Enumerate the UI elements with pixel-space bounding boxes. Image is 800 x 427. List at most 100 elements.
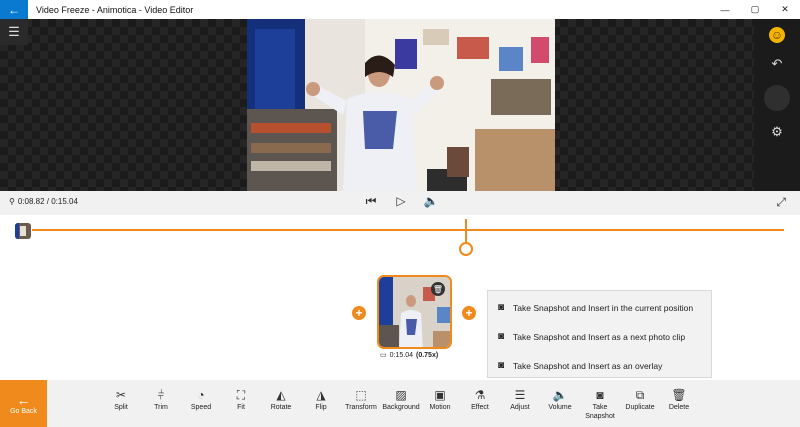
tool-transform[interactable]: ⬚ Transform	[341, 388, 381, 412]
undo-icon[interactable]: ↶	[764, 51, 790, 77]
tool-effect[interactable]: ⚗ Effect	[460, 388, 500, 412]
tool-take-snapshot[interactable]: ◙ Take Snapshot	[580, 388, 620, 421]
clip-info: ▭ 0:15.04 (0.75x)	[380, 351, 439, 360]
blank-circle-button[interactable]	[764, 85, 790, 111]
back-arrow-icon: ←	[8, 2, 20, 17]
add-before-button[interactable]: +	[352, 306, 366, 320]
tool-label: Take Snapshot	[585, 404, 615, 420]
fit-icon: ⛶	[236, 388, 246, 402]
play-icon[interactable]: ▷	[393, 194, 409, 209]
close-button[interactable]: ✕	[770, 0, 800, 19]
speedometer-icon: ◔	[197, 388, 205, 402]
video-still	[247, 19, 555, 191]
transport-bar: ⚲ 0:08.82 / 0:15.04 ⏮ ▷ 🔈 ⤢	[0, 191, 800, 215]
camera-icon: ◙	[498, 331, 505, 342]
tool-flip[interactable]: ◮ Flip	[301, 388, 341, 412]
playhead-handle[interactable]	[459, 242, 473, 256]
trim-icon: ⫩	[157, 388, 165, 402]
timeline-thumbnail[interactable]	[15, 223, 31, 239]
tool-label: Duplicate	[625, 404, 655, 411]
maximize-button[interactable]: ▢	[740, 0, 770, 19]
tool-label: Fit	[237, 404, 245, 411]
rotate-icon: ◭	[276, 388, 286, 402]
fullscreen-icon[interactable]: ⤢	[776, 195, 786, 210]
video-clip[interactable]: 🗑	[377, 275, 452, 349]
go-back-button[interactable]: ← Go Back	[0, 380, 47, 427]
tool-label: Trim	[154, 404, 168, 411]
tool-label: Effect	[471, 404, 489, 411]
volume-icon[interactable]: 🔈	[423, 194, 439, 209]
tool-background[interactable]: ▨ Background	[380, 388, 422, 412]
camera-icon: ◙	[498, 360, 505, 371]
video-camera-icon: ▭	[380, 352, 387, 359]
background-icon: ▨	[395, 388, 407, 402]
playhead[interactable]	[465, 219, 467, 243]
adjust-icon: ☰	[514, 388, 526, 402]
clip-speed: (0.75x)	[415, 351, 439, 359]
snapshot-menu: ◙ Take Snapshot and Insert in the curren…	[487, 290, 712, 378]
tool-label: Adjust	[510, 404, 530, 411]
tool-motion[interactable]: ▣ Motion	[420, 388, 460, 412]
video-preview: ☰ ☺ ↶ ⚙	[0, 19, 800, 191]
tool-split[interactable]: ✂ Split	[101, 388, 141, 412]
time-readout: ⚲ 0:08.82 / 0:15.04	[9, 197, 78, 206]
scissors-icon: ✂	[115, 388, 127, 402]
playback-controls: ⏮ ▷ 🔈	[363, 194, 439, 209]
tool-trim[interactable]: ⫩ Trim	[141, 388, 181, 412]
preview-right-toolbar: ☺ ↶ ⚙	[754, 19, 800, 191]
title-bar: ← Video Freeze - Animotica - Video Edito…	[0, 0, 800, 19]
arrow-left-icon: ←	[16, 392, 31, 408]
snapshot-insert-overlay[interactable]: ◙ Take Snapshot and Insert as an overlay	[488, 353, 711, 378]
add-after-button[interactable]: +	[462, 306, 476, 320]
tool-label: Volume	[548, 404, 572, 411]
snapshot-insert-next[interactable]: ◙ Take Snapshot and Insert as a next pho…	[488, 324, 711, 349]
tool-label: Speed	[190, 404, 212, 411]
emoji-icon[interactable]: ☺	[769, 27, 785, 43]
skip-back-icon[interactable]: ⏮	[363, 194, 379, 209]
tool-speed[interactable]: ◔ Speed	[181, 388, 221, 412]
bottom-toolbar: ← Go Back ✂ Split ⫩ Trim ◔ Speed ⛶ Fit ◭ Rota…	[0, 380, 800, 427]
tool-volume[interactable]: 🔈 Volume	[540, 388, 580, 412]
tool-label: Background	[382, 404, 420, 411]
clip-area: + 🗑 + ▭ 0:15.04 (0.75x) ◙ Take Snapshot …	[0, 260, 800, 380]
tool-rotate[interactable]: ◭ Rotate	[261, 388, 301, 412]
clip-duration: 0:15.04	[389, 351, 413, 359]
menu-item-label: Take Snapshot and Insert as an overlay	[513, 360, 663, 371]
video-frame	[247, 19, 555, 191]
window-controls: — ▢ ✕	[710, 0, 800, 19]
tool-label: Rotate	[270, 404, 292, 411]
camera-icon: ◙	[498, 302, 505, 313]
tool-label: Motion	[429, 404, 451, 411]
time-text: 0:08.82 / 0:15.04	[17, 197, 78, 206]
go-back-label: Go Back	[10, 408, 37, 415]
timeline-track[interactable]	[32, 229, 784, 231]
transform-icon: ⬚	[355, 388, 367, 402]
volume-icon: 🔈	[552, 388, 568, 402]
tool-duplicate[interactable]: ⧉ Duplicate	[620, 388, 660, 412]
trash-icon: 🗑	[671, 388, 687, 402]
tool-label: Delete	[668, 404, 690, 411]
flip-icon: ◮	[316, 388, 326, 402]
timeline	[0, 215, 800, 260]
tool-label: Split	[114, 404, 128, 411]
tool-adjust[interactable]: ☰ Adjust	[500, 388, 540, 412]
video-editor-app: ← Video Freeze - Animotica - Video Edito…	[0, 0, 800, 427]
minimize-button[interactable]: —	[710, 0, 740, 19]
window-title: Video Freeze - Animotica - Video Editor	[36, 4, 194, 15]
tool-label: Flip	[315, 404, 327, 411]
effect-icon: ⚗	[474, 388, 486, 402]
link-icon: ⚲	[9, 197, 15, 206]
tool-delete[interactable]: 🗑 Delete	[659, 388, 699, 412]
menu-item-label: Take Snapshot and Insert in the current …	[513, 302, 694, 313]
hamburger-icon[interactable]: ☰	[0, 19, 28, 45]
menu-item-label: Take Snapshot and Insert as a next photo…	[513, 331, 686, 342]
snapshot-insert-current[interactable]: ◙ Take Snapshot and Insert in the curren…	[488, 295, 711, 320]
tool-fit[interactable]: ⛶ Fit	[221, 388, 261, 412]
gear-icon[interactable]: ⚙	[764, 119, 790, 145]
duplicate-icon: ⧉	[635, 388, 645, 402]
motion-icon: ▣	[434, 388, 446, 402]
camera-icon: ◙	[596, 388, 604, 402]
tool-label: Transform	[345, 404, 377, 411]
title-back-button[interactable]: ←	[0, 0, 28, 19]
clip-delete-icon[interactable]: 🗑	[431, 282, 445, 296]
